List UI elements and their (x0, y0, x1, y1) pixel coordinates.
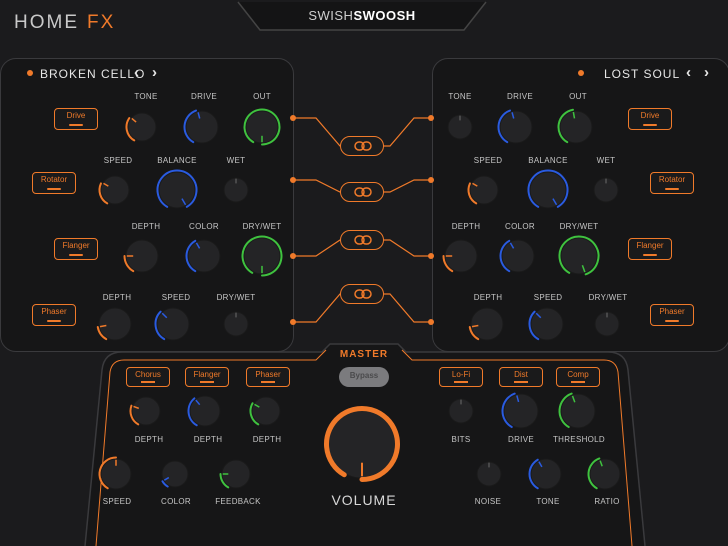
ratio-knob[interactable] (587, 457, 621, 490)
speed-knob[interactable] (154, 307, 190, 341)
speed-knob[interactable] (98, 175, 130, 205)
chorus-speed-knob[interactable] (98, 456, 132, 490)
speed-knob[interactable] (467, 175, 499, 205)
balance-knob[interactable] (156, 169, 198, 209)
wet-knob[interactable] (593, 177, 619, 203)
out-knob[interactable] (557, 108, 593, 144)
knob-layer (96, 108, 621, 490)
dist-drive-knob[interactable] (501, 392, 539, 429)
feedback-knob[interactable] (219, 459, 251, 489)
flanger-color-knob[interactable] (161, 460, 189, 488)
noise-knob[interactable] (476, 461, 502, 487)
chorus-depth-knob[interactable] (129, 396, 161, 426)
drive-knob[interactable] (497, 109, 533, 144)
tone-knob[interactable] (447, 114, 473, 140)
drywet-knob[interactable] (558, 235, 600, 276)
tone-knob[interactable] (125, 112, 157, 142)
drywet-knob[interactable] (594, 311, 620, 337)
color-knob[interactable] (185, 239, 221, 273)
out-knob[interactable] (243, 108, 281, 146)
balance-knob[interactable] (527, 169, 569, 209)
speed-knob[interactable] (528, 307, 564, 341)
bits-knob[interactable] (448, 398, 474, 424)
color-knob[interactable] (499, 239, 535, 273)
depth-knob[interactable] (442, 239, 478, 273)
wet-knob[interactable] (223, 177, 249, 203)
flanger-depth-knob[interactable] (187, 395, 221, 427)
depth-knob[interactable] (468, 307, 504, 341)
depth-knob[interactable] (96, 307, 132, 341)
drive-knob[interactable] (183, 109, 219, 144)
drywet-knob[interactable] (241, 235, 283, 277)
threshold-knob[interactable] (558, 392, 596, 429)
drywet-knob[interactable] (223, 311, 249, 337)
master-volume-knob[interactable] (324, 406, 400, 482)
tone-knob[interactable] (528, 458, 562, 490)
phaser-depth-knob[interactable] (249, 396, 281, 426)
depth-knob[interactable] (123, 239, 159, 273)
